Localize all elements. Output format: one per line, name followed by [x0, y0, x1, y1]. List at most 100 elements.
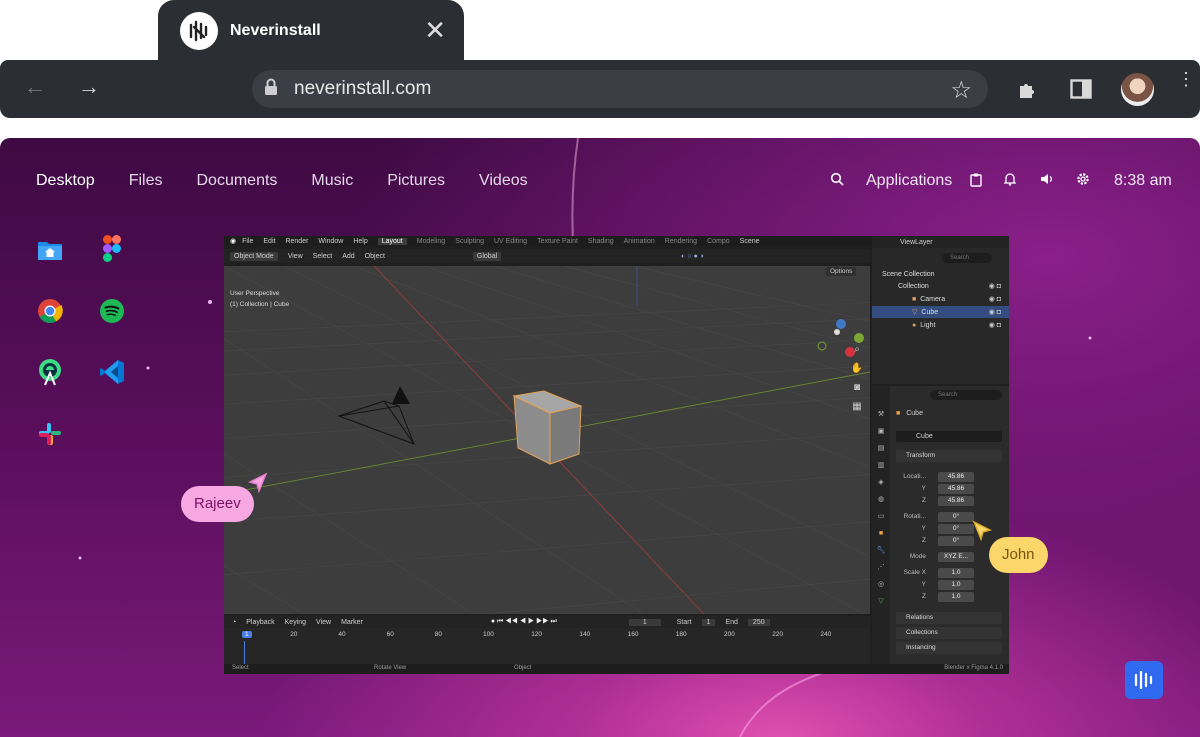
chrome-icon[interactable]: [36, 297, 64, 325]
viewport-options-button[interactable]: Options: [826, 267, 857, 276]
outliner-item-cube[interactable]: ▽ Cube ◉ ◘: [872, 306, 1009, 318]
timeline-menu-playback[interactable]: Playback: [246, 619, 274, 626]
forward-arrow-icon[interactable]: →: [78, 74, 100, 100]
visibility-eye-icon[interactable]: ◉ ◘: [989, 308, 1001, 316]
render-tab-icon[interactable]: ▣: [872, 423, 890, 440]
output-tab-icon[interactable]: ▤: [872, 440, 890, 457]
menu-file[interactable]: File: [242, 238, 253, 245]
playback-controls-icon[interactable]: ● ⏮ ◀◀ ◀ ▶ ▶▶ ⏭: [491, 618, 557, 626]
android-studio-icon[interactable]: [36, 358, 64, 386]
figma-icon[interactable]: [98, 234, 126, 262]
nav-desktop[interactable]: Desktop: [36, 172, 95, 190]
scale-y-field[interactable]: 1.0: [938, 580, 974, 590]
collection-tab-icon[interactable]: ▭: [872, 508, 890, 525]
menu-window[interactable]: Window: [318, 238, 343, 245]
location-z-field[interactable]: 45.86: [938, 496, 974, 506]
data-tab-icon[interactable]: ▽: [872, 593, 890, 610]
nav-pictures[interactable]: Pictures: [387, 172, 445, 190]
browser-tab[interactable]: Neverinstall ✕: [158, 0, 464, 62]
slack-icon[interactable]: [36, 420, 64, 448]
side-panel-icon[interactable]: [1070, 79, 1092, 105]
scene-selector[interactable]: Scene: [740, 238, 760, 245]
workspace-tab-modeling[interactable]: Modeling: [417, 238, 445, 245]
physics-tab-icon[interactable]: ◎: [872, 576, 890, 593]
visibility-eye-icon[interactable]: ◉ ◘: [989, 282, 1001, 290]
menu-render[interactable]: Render: [285, 238, 308, 245]
rotation-z-field[interactable]: 0°: [938, 536, 974, 546]
vscode-icon[interactable]: [98, 358, 126, 386]
ortho-grid-icon[interactable]: ▦: [850, 397, 864, 416]
viewport-menu-view[interactable]: View: [288, 253, 303, 260]
transform-section-header[interactable]: Transform: [896, 450, 1002, 462]
transform-orientation-dropdown[interactable]: Global: [472, 251, 502, 261]
home-folder-icon[interactable]: [36, 236, 64, 264]
outliner-search-input[interactable]: Search: [942, 253, 992, 263]
scale-x-field[interactable]: 1.0: [938, 568, 974, 578]
extensions-puzzle-icon[interactable]: [1016, 78, 1040, 108]
workspace-tab-rendering[interactable]: Rendering: [665, 238, 697, 245]
3d-viewport[interactable]: User Perspective (1) Collection | Cube O…: [224, 266, 870, 614]
menu-help[interactable]: Help: [353, 238, 367, 245]
clipboard-icon[interactable]: [970, 173, 982, 192]
volume-icon[interactable]: [1040, 172, 1054, 191]
outliner-item-scene-collection[interactable]: Scene Collection: [872, 268, 1009, 280]
timeline-menu-keying[interactable]: Keying: [285, 619, 306, 626]
nav-music[interactable]: Music: [311, 172, 353, 190]
current-frame-field[interactable]: 1: [628, 618, 661, 626]
neverinstall-badge-icon[interactable]: [1125, 661, 1163, 699]
particles-tab-icon[interactable]: ⋰: [872, 559, 890, 576]
rotation-mode-dropdown[interactable]: XYZ E...: [938, 552, 974, 562]
tab-close-icon[interactable]: ✕: [424, 17, 446, 43]
workspace-tab-texture-paint[interactable]: Texture Paint: [537, 238, 578, 245]
object-tab-icon[interactable]: ■: [872, 525, 890, 542]
playhead[interactable]: [244, 641, 245, 664]
collections-section-header[interactable]: Collections: [896, 627, 1002, 639]
scale-z-field[interactable]: 1.0: [938, 592, 974, 602]
workspace-tab-sculpting[interactable]: Sculpting: [455, 238, 484, 245]
object-mode-dropdown[interactable]: Object Mode: [230, 251, 278, 261]
rotation-x-field[interactable]: 0°: [938, 512, 974, 522]
properties-search-input[interactable]: Search: [930, 390, 1002, 400]
timeline-menu-marker[interactable]: Marker: [341, 619, 363, 626]
visibility-eye-icon[interactable]: ◉ ◘: [989, 295, 1001, 303]
workspace-tab-layout[interactable]: Layout: [377, 237, 407, 245]
scene-tab-icon[interactable]: ◈: [872, 474, 890, 491]
viewport-menu-select[interactable]: Select: [313, 253, 332, 260]
start-frame-field[interactable]: 1: [701, 618, 716, 626]
relations-section-header[interactable]: Relations: [896, 612, 1002, 624]
workspace-tab-animation[interactable]: Animation: [624, 238, 655, 245]
timeline-editor-icon[interactable]: ◔: [232, 619, 236, 626]
more-menu-icon[interactable]: ⋮: [1177, 70, 1195, 88]
modifier-tab-icon[interactable]: 🔧︎: [872, 542, 890, 559]
settings-gear-icon[interactable]: [1076, 172, 1090, 191]
tool-tab-icon[interactable]: ⚒: [872, 406, 890, 423]
blender-logo-icon[interactable]: ◉: [230, 237, 236, 245]
view-layer-tab-icon[interactable]: ▥: [872, 457, 890, 474]
nav-videos[interactable]: Videos: [479, 172, 528, 190]
spotify-icon[interactable]: [98, 297, 126, 325]
location-x-field[interactable]: 45.86: [938, 472, 974, 482]
bookmark-star-icon[interactable]: ☆: [950, 76, 972, 105]
notification-bell-icon[interactable]: [1003, 172, 1017, 191]
workspace-tab-compositing[interactable]: Compo: [707, 238, 730, 245]
viewport-menu-object[interactable]: Object: [365, 253, 385, 260]
object-name-field[interactable]: Cube: [896, 431, 1002, 442]
nav-files[interactable]: Files: [129, 172, 163, 190]
viewport-menu-add[interactable]: Add: [342, 253, 354, 260]
address-bar[interactable]: neverinstall.com ☆: [252, 70, 988, 108]
blender-window[interactable]: ◉ File Edit Render Window Help Layout Mo…: [224, 236, 1009, 674]
zoom-icon[interactable]: ⌕: [850, 340, 864, 359]
view-layer-selector[interactable]: ViewLayer: [900, 239, 933, 246]
back-arrow-icon[interactable]: ←: [24, 74, 46, 100]
location-y-field[interactable]: 45.86: [938, 484, 974, 494]
timeline-panel[interactable]: ◔ Playback Keying View Marker ● ⏮ ◀◀ ◀ ▶…: [224, 616, 870, 664]
nav-documents[interactable]: Documents: [196, 172, 277, 190]
rotation-y-field[interactable]: 0°: [938, 524, 974, 534]
search-icon[interactable]: [830, 172, 844, 191]
pan-hand-icon[interactable]: ✋: [850, 359, 864, 378]
timeline-menu-view[interactable]: View: [316, 619, 331, 626]
visibility-eye-icon[interactable]: ◉ ◘: [989, 321, 1001, 329]
menu-edit[interactable]: Edit: [263, 238, 275, 245]
profile-avatar[interactable]: [1121, 73, 1154, 106]
applications-label[interactable]: Applications: [866, 172, 952, 190]
